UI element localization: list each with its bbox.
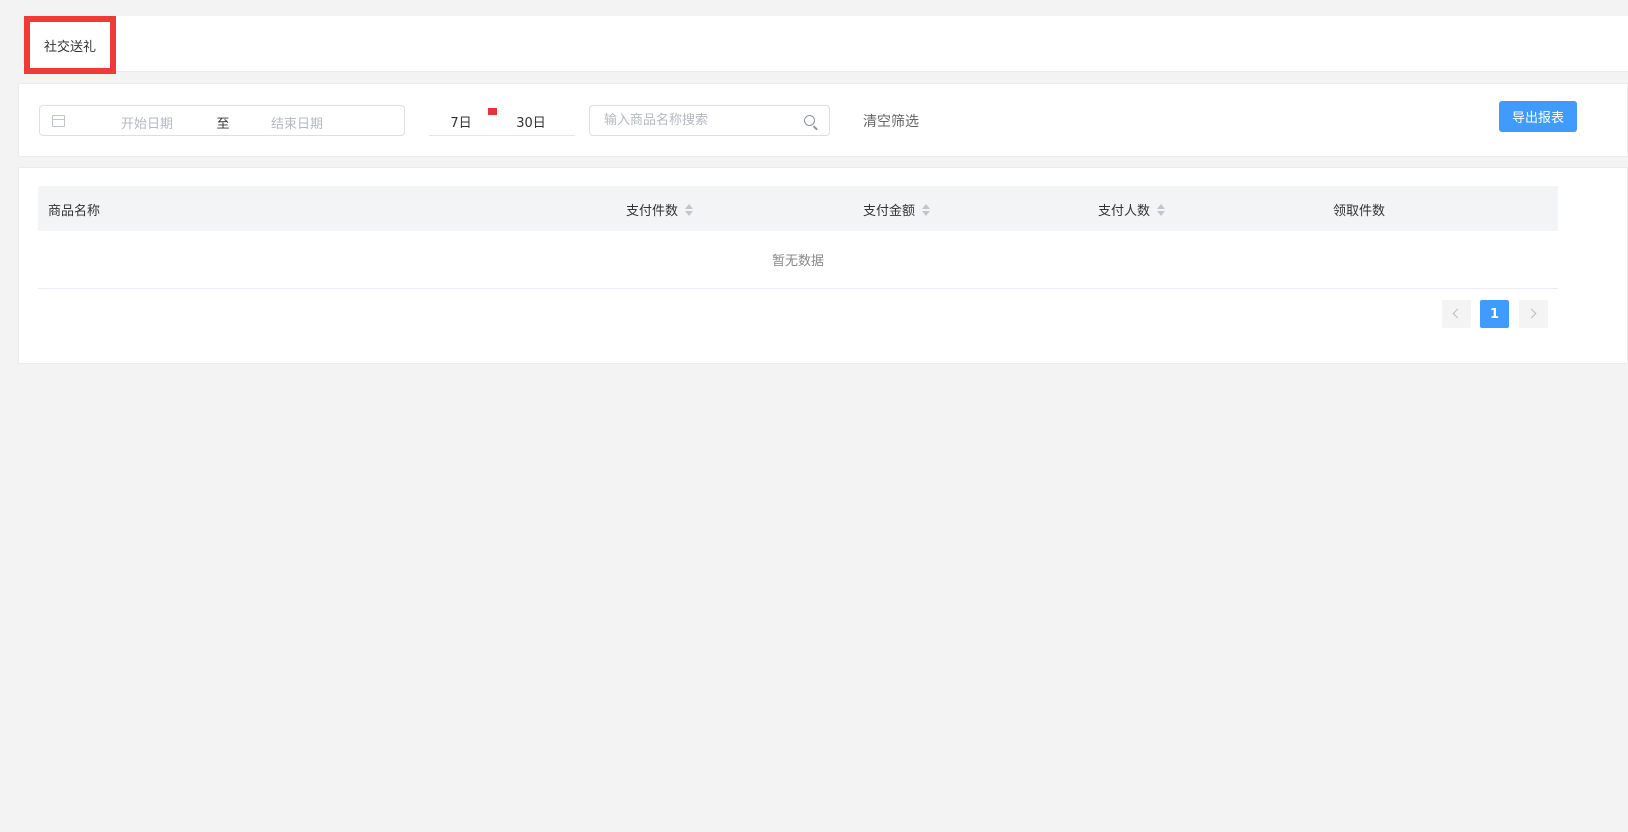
tab-social-gift[interactable]: 社交送礼 <box>24 16 116 74</box>
date-range-separator: 至 <box>216 117 230 132</box>
column-label: 支付件数 <box>626 204 679 219</box>
search-input[interactable] <box>604 111 794 130</box>
start-date-input[interactable]: 开始日期 <box>92 113 202 132</box>
export-report-button[interactable]: 导出报表 <box>1499 101 1577 132</box>
column-header-pay-amount[interactable]: 支付金额 <box>863 200 931 219</box>
tab-bar: 社交送礼 <box>24 16 1628 74</box>
column-label: 领取件数 <box>1333 204 1386 219</box>
column-header-pay-quantity[interactable]: 支付件数 <box>626 200 694 219</box>
end-date-input[interactable]: 结束日期 <box>242 113 352 132</box>
column-header-product-name: 商品名称 <box>48 200 100 219</box>
page-number-current[interactable]: 1 <box>1480 300 1509 328</box>
next-page-button[interactable] <box>1519 300 1548 328</box>
search-icon[interactable] <box>804 115 815 126</box>
quick-30-days-button[interactable]: 30日 <box>493 112 569 131</box>
sort-icon[interactable] <box>1157 203 1166 216</box>
column-label: 商品名称 <box>48 204 101 219</box>
table-header: 商品名称 支付件数 支付金额 支付人数 领取件数 <box>38 186 1558 231</box>
clear-filters-button[interactable]: 清空筛选 <box>851 111 931 131</box>
tab-label: 社交送礼 <box>43 39 96 55</box>
product-search <box>589 105 830 136</box>
calendar-icon <box>52 115 65 127</box>
filter-bar: 开始日期 至 结束日期 7日 30日 清空筛选 导出报表 <box>18 83 1628 157</box>
empty-state-text: 暂无数据 <box>771 254 824 269</box>
chevron-right-icon <box>1526 308 1537 319</box>
table-empty-row: 暂无数据 <box>38 231 1558 289</box>
quick-date-selector: 7日 30日 <box>429 105 575 136</box>
column-header-pay-users[interactable]: 支付人数 <box>1098 200 1166 219</box>
data-table-card: 商品名称 支付件数 支付金额 支付人数 领取件数 暂无数据 1 <box>18 167 1628 364</box>
date-range-picker[interactable]: 开始日期 至 结束日期 <box>39 105 405 136</box>
column-header-received-quantity: 领取件数 <box>1333 200 1385 219</box>
column-label: 支付人数 <box>1098 204 1151 219</box>
prev-page-button[interactable] <box>1442 300 1471 328</box>
column-label: 支付金额 <box>863 204 916 219</box>
sort-icon[interactable] <box>922 203 931 216</box>
sort-icon[interactable] <box>685 203 694 216</box>
chevron-left-icon <box>1452 308 1463 319</box>
quick-7-days-button[interactable]: 7日 <box>429 112 493 131</box>
